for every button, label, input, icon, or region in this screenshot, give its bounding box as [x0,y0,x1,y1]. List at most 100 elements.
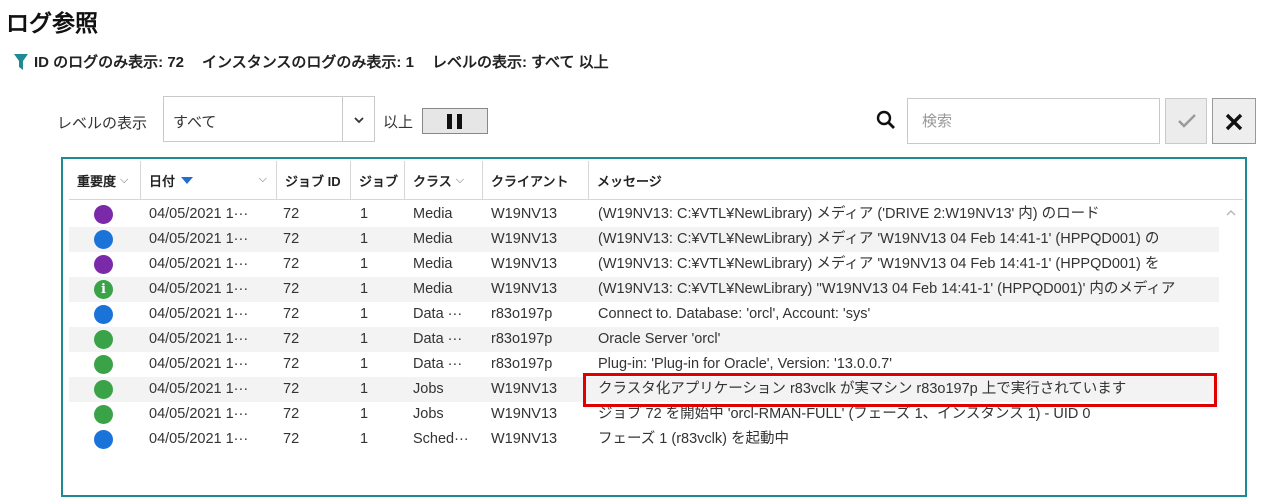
class-cell: Media [413,231,453,247]
message-cell: (W19NV13: C:¥VTL¥NewLibrary) メディア 'W19NV… [598,256,1160,272]
date-cell: 04/05/2021 1··· [149,231,249,247]
filter-instance: インスタンスのログのみ表示: 1 [202,54,414,71]
message-cell: Connect to. Database: 'orcl', Account: '… [598,306,871,322]
col-header-client-label: クライアント [491,173,569,189]
message-cell: (W19NV13: C:¥VTL¥NewLibrary) メディア 'W19NV… [598,231,1160,247]
col-header-job-label: ジョブ [359,173,399,189]
severity-purple-dot-icon [94,255,113,274]
job-id-cell: 72 [283,406,300,422]
message-cell: (W19NV13: C:¥VTL¥NewLibrary) メディア ('DRIV… [598,206,1100,222]
job-cell: 1 [360,206,369,222]
check-icon [1178,114,1196,128]
job-id-cell: 72 [283,256,300,272]
table-row[interactable]: 04/05/2021 1··· 72 1 Media W19NV13 (W19N… [69,227,1219,252]
job-cell: 1 [360,331,369,347]
message-cell: フェーズ 1 (r83vclk) を起動中 [598,431,790,447]
job-cell: 1 [360,306,369,322]
chevron-down-icon[interactable]: ⌵ [120,174,128,187]
severity-blue-dot-icon [94,305,113,324]
date-cell: 04/05/2021 1··· [149,306,249,322]
filter-funnel-icon[interactable] [14,53,28,70]
class-cell: Data ··· [413,331,463,347]
grid-header: 重要度 ⌵ 日付 ⌵ ジョブ ID ジョブ クラス ⌵ クライアント メッセージ [69,161,1243,200]
date-cell: 04/05/2021 1··· [149,406,249,422]
table-row[interactable]: 04/05/2021 1··· 72 1 Data ··· r83o197p O… [69,327,1219,352]
client-cell: r83o197p [491,356,553,372]
client-cell: W19NV13 [491,406,558,422]
table-row[interactable]: 04/05/2021 1··· 72 1 Data ··· r83o197p C… [69,302,1219,327]
table-row[interactable]: 04/05/2021 1··· 72 1 Media W19NV13 (W19N… [69,202,1219,227]
client-cell: W19NV13 [491,381,558,397]
client-cell: W19NV13 [491,431,558,447]
col-header-date[interactable]: 日付 ⌵ [141,161,277,199]
col-header-job-id[interactable]: ジョブ ID [277,161,351,199]
job-id-cell: 72 [283,431,300,447]
col-header-severity-label: 重要度 [77,173,117,189]
page-title: ログ参照 [6,10,98,36]
date-cell: 04/05/2021 1··· [149,256,249,272]
severity-blue-dot-icon [94,430,113,449]
apply-search-button[interactable] [1165,98,1207,144]
info-icon: i [94,280,113,299]
clear-search-button[interactable] [1212,98,1256,144]
date-cell: 04/05/2021 1··· [149,331,249,347]
job-id-cell: 72 [283,306,300,322]
class-cell: Data ··· [413,356,463,372]
severity-green-dot-icon [94,330,113,349]
col-header-client[interactable]: クライアント [483,161,589,199]
pause-button[interactable] [422,108,488,134]
filter-id: ID のログのみ表示: 72 [34,54,185,71]
job-cell: 1 [360,406,369,422]
client-cell: W19NV13 [491,281,558,297]
col-header-class[interactable]: クラス ⌵ [405,161,483,199]
class-cell: Media [413,256,453,272]
client-cell: W19NV13 [491,231,558,247]
col-header-severity[interactable]: 重要度 ⌵ [69,161,141,199]
class-cell: Media [413,281,453,297]
class-cell: Jobs [413,381,444,397]
table-row[interactable]: 04/05/2021 1··· 72 1 Sched··· W19NV13 フェ… [69,427,1219,452]
message-cell: (W19NV13: C:¥VTL¥NewLibrary) ''W19NV13 0… [598,281,1176,297]
col-header-class-label: クラス [413,173,452,189]
col-header-message-label: メッセージ [597,173,662,189]
table-row[interactable]: 04/05/2021 1··· 72 1 Media W19NV13 (W19N… [69,252,1219,277]
job-cell: 1 [360,256,369,272]
pause-icon [447,114,452,129]
level-select-value: すべて [173,114,217,131]
level-select[interactable]: すべて [163,96,375,142]
job-id-cell: 72 [283,281,300,297]
job-id-cell: 72 [283,206,300,222]
message-cell: Oracle Server 'orcl' [598,331,721,347]
date-cell: 04/05/2021 1··· [149,431,249,447]
job-cell: 1 [360,231,369,247]
date-cell: 04/05/2021 1··· [149,356,249,372]
job-id-cell: 72 [283,356,300,372]
class-cell: Sched··· [413,431,469,447]
job-id-cell: 72 [283,231,300,247]
client-cell: r83o197p [491,306,553,322]
log-grid: 重要度 ⌵ 日付 ⌵ ジョブ ID ジョブ クラス ⌵ クライアント メッセージ 04… [61,157,1247,497]
col-header-message[interactable]: メッセージ [589,161,1239,199]
job-id-cell: 72 [283,331,300,347]
search-input[interactable] [907,98,1160,144]
class-cell: Jobs [413,406,444,422]
filter-level: レベルの表示: すべて 以上 [431,54,609,71]
col-header-date-label: 日付 [149,173,176,189]
col-header-job[interactable]: ジョブ [351,161,405,199]
close-icon [1225,113,1243,131]
date-cell: 04/05/2021 1··· [149,381,249,397]
table-row[interactable]: i 04/05/2021 1··· 72 1 Media W19NV13 (W1… [69,277,1219,302]
job-cell: 1 [360,356,369,372]
grid-rows: 04/05/2021 1··· 72 1 Media W19NV13 (W19N… [69,202,1219,452]
filter-summary[interactable]: ID のログのみ表示: 72 インスタンスのログのみ表示: 1 レベルの表示: … [14,51,627,72]
scroll-up-arrow-icon[interactable] [1225,207,1237,219]
level-select-divider [342,97,343,141]
class-cell: Data ··· [413,306,463,322]
job-id-cell: 72 [283,381,300,397]
severity-blue-dot-icon [94,230,113,249]
chevron-down-icon[interactable]: ⌵ [456,174,464,187]
chevron-down-icon[interactable]: ⌵ [259,173,267,186]
client-cell: W19NV13 [491,256,558,272]
chevron-down-icon[interactable] [352,113,366,127]
severity-green-dot-icon [94,380,113,399]
